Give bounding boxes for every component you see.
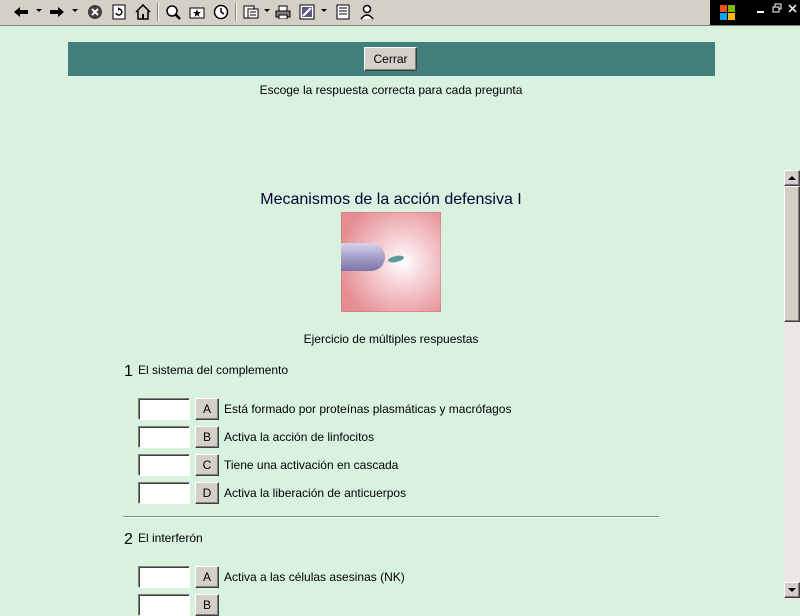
answer-input[interactable]: [138, 426, 190, 448]
answer-input[interactable]: [138, 454, 190, 476]
option-letter-button[interactable]: C: [195, 454, 219, 476]
mail-icon[interactable]: [240, 2, 262, 22]
history-icon[interactable]: [210, 2, 232, 22]
option-text: Tiene una activación en cascada: [224, 458, 399, 472]
mail-dropdown-icon[interactable]: [264, 9, 270, 12]
stop-icon[interactable]: [84, 2, 106, 22]
search-icon[interactable]: [162, 2, 184, 22]
instructions-text: Escoge la respuesta correcta para cada p…: [259, 83, 523, 97]
option-text: Activa la acción de linfocitos: [224, 430, 375, 444]
forward-dropdown-icon[interactable]: [72, 9, 78, 12]
option-text: Está formado por proteínas plasmáticas y…: [224, 402, 512, 416]
option-letter-button[interactable]: B: [195, 426, 219, 448]
option-text: Activa a las células asesinas (NK): [224, 570, 405, 584]
exercise-subtitle: Ejercicio de múltiples respuestas: [303, 332, 479, 346]
favorites-icon[interactable]: [186, 2, 208, 22]
back-dropdown-icon[interactable]: [36, 9, 42, 12]
toolbar-separator: [235, 3, 237, 21]
refresh-icon[interactable]: [108, 2, 130, 22]
page-title: Mecanismos de la acción defensiva I: [260, 191, 522, 208]
option-letter-button[interactable]: A: [195, 566, 219, 588]
browser-toolbar: [0, 0, 800, 26]
option-text: Activa la liberación de anticuerpos: [224, 486, 407, 500]
forward-icon[interactable]: [46, 2, 68, 22]
close-window-icon[interactable]: [786, 3, 800, 17]
back-icon[interactable]: [10, 2, 32, 22]
header-bar: Cerrar: [68, 42, 715, 76]
messenger-icon[interactable]: [356, 2, 378, 22]
toolbar-separator: [157, 3, 159, 21]
edit-icon[interactable]: [296, 2, 318, 22]
window-controls: [710, 0, 800, 25]
option-letter-button[interactable]: B: [195, 594, 219, 616]
arrow-down-icon: [788, 588, 796, 592]
question-divider: [123, 516, 659, 518]
answer-input[interactable]: [138, 594, 190, 616]
illustration-image: [340, 211, 442, 313]
question-number: 1: [124, 363, 133, 380]
answer-input[interactable]: [138, 482, 190, 504]
answer-input[interactable]: [138, 566, 190, 588]
question-text: El sistema del complemento: [138, 363, 289, 377]
option-letter-button[interactable]: D: [195, 482, 219, 504]
edit-dropdown-icon[interactable]: [321, 9, 327, 12]
arrow-up-icon: [788, 176, 796, 180]
answer-input[interactable]: [138, 398, 190, 420]
discuss-icon[interactable]: [332, 2, 354, 22]
close-button[interactable]: Cerrar: [364, 47, 417, 71]
minimize-icon[interactable]: [754, 3, 768, 17]
question-text: El interferón: [138, 531, 203, 545]
option-letter-button[interactable]: A: [195, 398, 219, 420]
print-icon[interactable]: [272, 2, 294, 22]
home-icon[interactable]: [132, 2, 154, 22]
scroll-down-button[interactable]: [784, 582, 800, 598]
question-number: 2: [124, 531, 133, 548]
scroll-up-button[interactable]: [784, 170, 800, 186]
vertical-scrollbar[interactable]: [784, 170, 800, 600]
scrollbar-thumb[interactable]: [784, 186, 800, 322]
restore-icon[interactable]: [770, 3, 784, 17]
windows-logo-icon: [718, 3, 738, 22]
